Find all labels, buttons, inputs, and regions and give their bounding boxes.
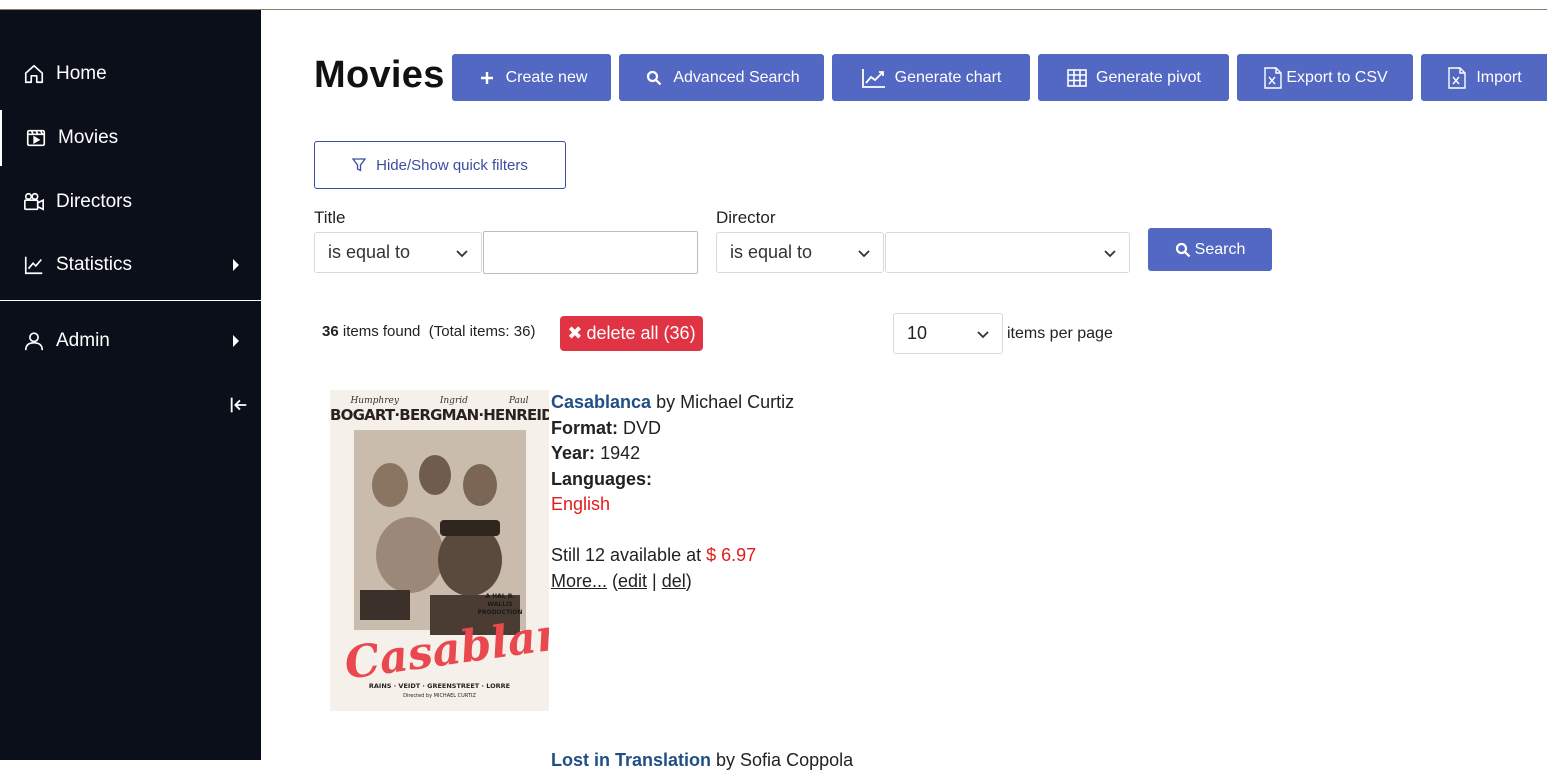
sidebar-item-admin[interactable]: Admin [0,313,261,369]
year-label: Year: [551,443,596,463]
price-value: $ 6.97 [706,545,757,565]
items-per-page-value: 10 [907,323,928,343]
create-new-label: Create new [505,68,588,86]
movie-poster-image[interactable]: Humphrey Ingrid Paul BOGART·BERGMAN·HENR… [330,390,549,711]
top-border [0,0,1547,10]
search-icon [1175,242,1191,258]
languages-label: Languages: [551,468,653,489]
search-button[interactable]: Search [1148,228,1272,271]
chevron-down-icon [456,249,468,257]
video-camera-icon [22,190,46,214]
export-csv-label: Export to CSV [1286,68,1388,86]
sidebar-item-label: Admin [56,330,110,351]
chevron-down-icon [1104,249,1116,257]
movie-director-text: by Michael Curtiz [656,392,795,412]
generate-pivot-button[interactable]: Generate pivot [1038,54,1229,101]
title-filter-input[interactable] [483,231,698,274]
sidebar-item-label: Statistics [56,254,133,275]
poster-text: RAINS · VEIDT · GREENSTREET · LORRE [368,682,511,690]
items-per-page-label: items per page [1007,325,1113,342]
sidebar-item-movies[interactable]: Movies [0,110,261,166]
chevron-down-icon [977,330,989,338]
caret-right-icon [233,259,239,271]
sidebar: Home Movies Directors Statistics Admin [0,10,261,760]
sidebar-item-label: Directors [56,191,133,212]
chevron-down-icon [858,249,870,257]
chart-line-icon [861,67,887,89]
format-label: Format: [551,417,618,438]
format-value: DVD [623,417,662,438]
chart-line-icon [22,253,46,277]
sidebar-item-home[interactable]: Home [0,46,261,102]
more-link[interactable]: More... [551,571,607,591]
director-value-select[interactable] [885,232,1130,273]
poster-text: Directed by MICHAEL CURTIZ [403,693,476,699]
year-value: 1942 [600,443,641,463]
poster-text: Ingrid [439,396,468,406]
page-title: Movies [314,54,445,96]
sidebar-item-label: Home [56,63,107,84]
user-icon [22,329,46,353]
delete-link[interactable]: del [662,571,686,591]
import-label: Import [1476,68,1522,86]
movie-details: Casablanca by Michael Curtiz Format: DVD… [551,392,795,591]
movie-title-link[interactable]: Casablanca [551,392,651,412]
create-new-button[interactable]: Create new [452,54,611,101]
filter-icon [352,158,367,172]
generate-pivot-label: Generate pivot [1096,68,1201,86]
search-label: Search [1194,240,1246,258]
search-icon [643,67,665,89]
results-total-text: (Total items: 36) [428,323,536,340]
close-icon: ✖ [567,323,583,343]
title-operator-value: is equal to [328,242,411,262]
excel-file-icon [1262,66,1284,89]
movie-title-link[interactable]: Lost in Translation [551,750,711,770]
results-found-text: items found [342,323,421,340]
sidebar-divider [0,300,261,301]
excel-file-icon [1446,66,1468,89]
delete-all-button[interactable]: ✖ delete all (36) [560,316,703,351]
generate-chart-button[interactable]: Generate chart [832,54,1030,101]
delete-all-label: delete all (36) [586,323,696,343]
import-button[interactable]: Import [1421,54,1547,101]
plus-icon [476,67,498,89]
director-filter-label: Director [716,208,776,227]
results-count-number: 36 [322,323,339,340]
poster-text: Humphrey [350,396,399,406]
poster-text: Paul [508,396,529,406]
quick-filters-toggle-button[interactable]: Hide/Show quick filters [314,141,566,189]
edit-link[interactable]: edit [618,571,647,591]
title-operator-select[interactable]: is equal to [314,232,482,273]
availability-text: Still 12 available at [551,545,702,565]
home-icon [22,62,46,86]
export-csv-button[interactable]: Export to CSV [1237,54,1413,101]
director-operator-select[interactable]: is equal to [716,232,884,273]
director-operator-value: is equal to [730,242,813,262]
generate-chart-label: Generate chart [894,68,1002,86]
list-item: Lost in Translation by Sofia Coppola [551,750,853,771]
sidebar-item-directors[interactable]: Directors [0,174,261,230]
advanced-search-label: Advanced Search [673,68,800,86]
movie-director-text: by Sofia Coppola [716,750,854,770]
quick-filters-toggle-label: Hide/Show quick filters [376,156,528,174]
main-content: Movies Create new Advanced Search Genera… [261,10,1547,770]
title-filter-label: Title [314,208,346,227]
collapse-left-icon[interactable] [228,394,250,416]
sidebar-item-label: Movies [58,127,119,148]
results-count: 36 items found (Total items: 36) [322,323,535,340]
sidebar-item-statistics[interactable]: Statistics [0,237,261,293]
poster-text: BOGART·BERGMAN·HENREID [330,406,549,424]
items-per-page-select[interactable]: 10 [893,313,1003,354]
table-icon [1066,67,1088,89]
caret-right-icon [233,335,239,347]
language-value: English [551,494,611,514]
film-icon [24,126,48,150]
advanced-search-button[interactable]: Advanced Search [619,54,824,101]
